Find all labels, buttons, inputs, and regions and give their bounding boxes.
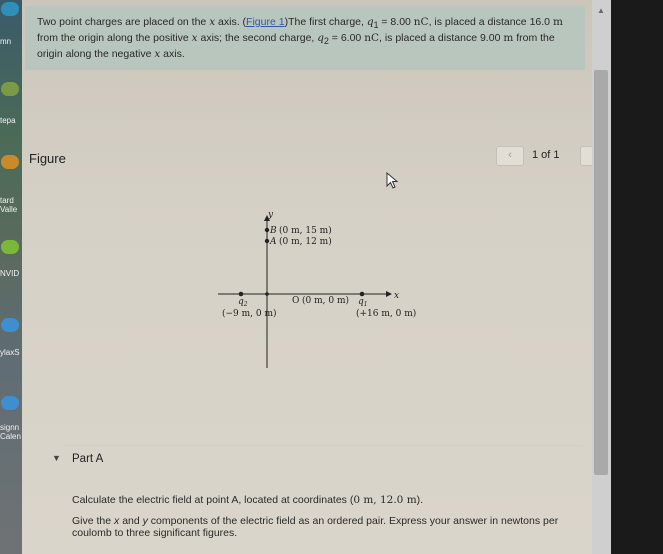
charge-q2-coords: (−9 m, 0 m)	[222, 308, 277, 319]
figure-page-indicator: 1 of 1	[532, 149, 560, 161]
desktop-label-mn[interactable]: mn	[0, 37, 22, 46]
part-a-question: Calculate the electric field at point A,…	[72, 494, 424, 506]
section-divider	[62, 445, 582, 446]
chevron-left-icon: ‹	[508, 149, 512, 161]
x-axis-label: x	[394, 291, 399, 301]
y-axis-label: y	[267, 210, 274, 220]
origin-label: O	[292, 296, 299, 306]
scroll-up-arrow-icon[interactable]: ▲	[597, 6, 605, 15]
desktop-label-tepa[interactable]: tepa	[0, 116, 22, 125]
charge-q1-label: q1	[358, 297, 368, 308]
charge-q2-dot	[238, 291, 244, 297]
point-a-coords: (0 m, 12 m)	[279, 236, 332, 247]
charge-q1-coords: (+16 m, 0 m)	[356, 308, 416, 319]
desktop-label-calen[interactable]: Calen	[0, 432, 22, 441]
app-icon[interactable]	[1, 155, 19, 169]
part-a-title[interactable]: Part A	[72, 453, 103, 465]
part-a-instructions: Give the x and y components of the elect…	[72, 515, 559, 539]
page-scrollbar[interactable]: ▲	[592, 0, 611, 554]
point-b-label: B	[269, 226, 277, 236]
app-icon[interactable]	[1, 2, 19, 16]
desktop-label-nvid[interactable]: NVID	[0, 269, 22, 278]
origin-dot	[265, 292, 269, 296]
point-b-coords: (0 m, 15 m)	[279, 225, 332, 236]
figure-heading: Figure	[29, 151, 66, 166]
nvidia-icon[interactable]	[1, 240, 19, 254]
desktop-label-valle[interactable]: Valle	[0, 205, 22, 214]
figure-link[interactable]: Figure 1	[246, 16, 285, 28]
charge-diagram: y x B (0 m, 15 m) A (0 m, 12 m) O (0 m, …	[218, 210, 416, 368]
origin-coords: (0 m, 0 m)	[302, 295, 349, 306]
chrome-icon[interactable]	[1, 318, 19, 332]
mouse-cursor-icon	[386, 172, 399, 189]
q2-symbol: q	[317, 32, 324, 45]
problem-statement: Two point charges are placed on the x ax…	[37, 16, 563, 61]
problem-page: Two point charges are placed on the x ax…	[22, 0, 608, 554]
desktop-label-signn[interactable]: signn	[0, 423, 22, 432]
folder-icon[interactable]	[1, 82, 19, 96]
desktop-label-tard[interactable]: tard	[0, 196, 22, 205]
point-b-dot	[264, 227, 270, 233]
point-a-label: A	[269, 237, 277, 247]
charge-q1-dot	[359, 291, 365, 297]
charge-q2-label: q2	[238, 297, 248, 308]
part-a-collapse-toggle-icon[interactable]: ▼	[52, 453, 61, 463]
chrome-icon[interactable]	[1, 396, 19, 410]
x-axis-arrow	[386, 291, 392, 297]
q1-symbol: q	[366, 16, 374, 28]
problem-statement-box: Two point charges are placed on the x ax…	[25, 6, 585, 70]
desktop-label-ylaxs[interactable]: ylaxS	[0, 348, 22, 357]
screen-edge	[611, 0, 663, 554]
point-a-dot	[264, 238, 270, 244]
previous-figure-button[interactable]: ‹	[496, 146, 524, 166]
desktop-icon-strip: mn tepa tard Valle NVID ylaxS signn Cale…	[0, 0, 22, 554]
scrollbar-thumb[interactable]	[594, 70, 608, 475]
